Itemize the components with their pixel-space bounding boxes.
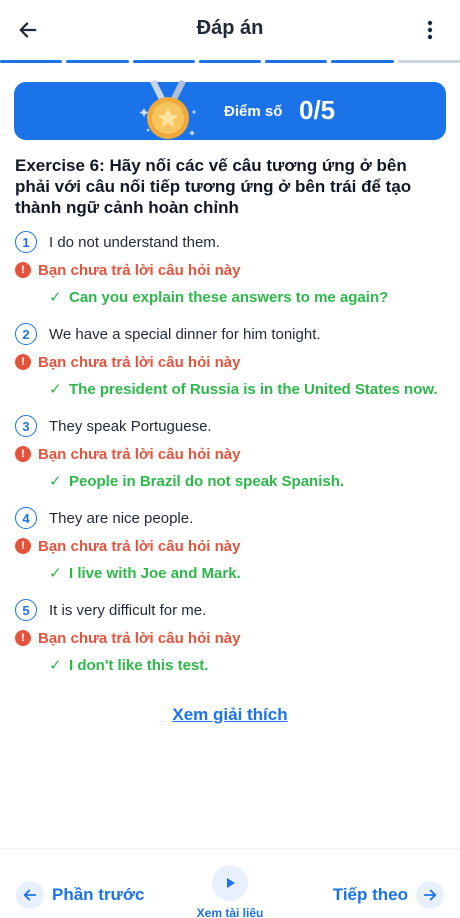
medal-icon [139,80,196,139]
correct-answer: I live with Joe and Mark. [69,565,241,582]
correct-answer: I don't like this test. [69,657,209,674]
progress-segment [66,60,129,63]
correct-answer: People in Brazil do not speak Spanish. [69,473,345,490]
question-number: 1 [15,231,37,253]
score-label: Điểm số [224,103,283,120]
question-text: They speak Portuguese. [49,417,212,435]
question-item: 2 We have a special dinner for him tonig… [15,322,445,400]
question-number: 3 [15,415,37,437]
more-vertical-icon [427,20,433,40]
question-text: It is very difficult for me. [49,601,207,619]
unanswered-warning: Bạn chưa trả lời câu hỏi này [38,629,241,647]
check-icon: ✓ [49,657,62,674]
unanswered-warning: Bạn chưa trả lời câu hỏi này [38,261,241,279]
progress-segment [331,60,394,63]
question-text: I do not understand them. [49,233,220,251]
view-explanation-link[interactable]: Xem giải thích [0,705,460,725]
question-item: 1 I do not understand them. ! Bạn chưa t… [15,230,445,308]
check-icon: ✓ [49,381,62,398]
alert-icon: ! [15,630,31,646]
check-icon: ✓ [49,289,62,306]
question-number: 5 [15,599,37,621]
progress-segment [132,60,195,63]
question-item: 4 They are nice people. ! Bạn chưa trả l… [15,506,445,584]
top-bar: Đáp án [0,0,460,60]
unanswered-warning: Bạn chưa trả lời câu hỏi này [38,537,241,555]
view-document-button[interactable]: Xem tài liệu [190,865,270,918]
alert-icon: ! [15,538,31,554]
progress-segment [397,60,460,63]
alert-icon: ! [15,446,31,462]
check-icon: ✓ [49,565,62,582]
bottom-nav: Phần trước Xem tài liệu Tiếp theo [0,848,460,918]
check-icon: ✓ [49,473,62,490]
question-text: We have a special dinner for him tonight… [49,325,321,343]
correct-answer: Can you explain these answers to me agai… [69,289,389,306]
progress-segment [0,60,63,63]
arrow-right-icon [416,881,444,909]
exercise-title: Exercise 6: Hãy nối các vế câu tương ứng… [15,156,412,217]
question-item: 5 It is very difficult for me. ! Bạn chư… [15,598,445,676]
page-title: Đáp án [196,17,264,39]
arrow-left-icon [16,881,44,909]
question-list: 1 I do not understand them. ! Bạn chưa t… [15,230,445,690]
question-number: 4 [15,507,37,529]
correct-answer: The president of Russia is in the United… [69,381,438,398]
question-number: 2 [15,323,37,345]
question-item: 3 They speak Portuguese. ! Bạn chưa trả … [15,414,445,492]
unanswered-warning: Bạn chưa trả lời câu hỏi này [38,353,241,371]
progress-indicator [0,60,460,64]
next-label: Tiếp theo [332,885,408,904]
progress-segment [198,60,262,63]
previous-section-button[interactable]: Phần trước [16,881,144,909]
alert-icon: ! [15,354,31,370]
score-card: Điểm số 0/5 [14,80,446,140]
question-text: They are nice people. [49,509,194,527]
progress-segment [265,60,328,63]
view-document-label: Xem tài liệu [196,906,264,918]
unanswered-warning: Bạn chưa trả lời câu hỏi này [38,445,241,463]
next-button[interactable]: Tiếp theo [333,881,444,909]
previous-section-label: Phần trước [52,885,145,904]
play-icon [212,865,248,901]
more-menu-button[interactable] [414,14,446,46]
alert-icon: ! [15,262,31,278]
score-value: 0/5 [299,95,336,125]
